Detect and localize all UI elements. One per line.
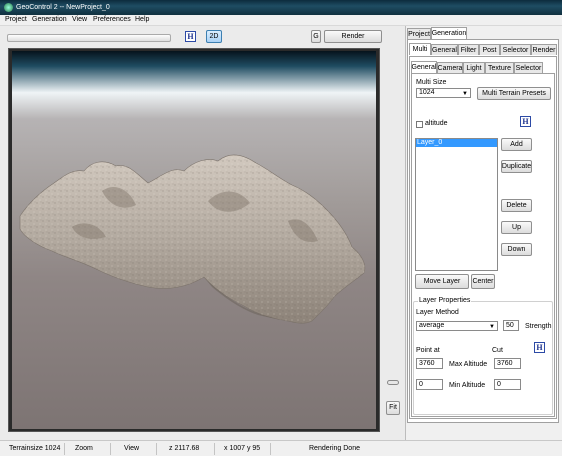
status-terrainsize: Terrainsize 1024: [9, 445, 61, 452]
h-help-button[interactable]: H: [185, 31, 196, 42]
min-altitude-point-input[interactable]: 0: [416, 379, 443, 390]
layer-props-h-help-button[interactable]: H: [534, 342, 545, 353]
multi-h-help-button[interactable]: H: [520, 116, 531, 127]
center-button[interactable]: Center: [471, 274, 495, 289]
tab-render[interactable]: Render: [531, 44, 557, 55]
status-view: View: [124, 445, 140, 452]
tab-multi-selector[interactable]: Selector: [514, 62, 543, 73]
status-z: z 2117.68: [169, 445, 200, 452]
delete-layer-button[interactable]: Delete: [501, 199, 532, 212]
tab-selector[interactable]: Selector: [500, 44, 531, 55]
menu-view[interactable]: View: [72, 16, 87, 23]
tab-project[interactable]: Project: [407, 28, 431, 39]
duplicate-layer-button[interactable]: Duplicate: [501, 160, 532, 173]
menu-preferences[interactable]: Preferences: [93, 16, 131, 23]
tab-multi-general[interactable]: General: [411, 61, 437, 73]
g-button[interactable]: G: [311, 30, 321, 43]
tab-generation[interactable]: Generation: [431, 27, 467, 39]
multi-size-value: 1024: [419, 89, 435, 96]
terrain-render: [19, 154, 366, 324]
tab-post[interactable]: Post: [479, 44, 500, 55]
multi-size-label: Multi Size: [416, 79, 447, 86]
status-divider: [110, 443, 111, 455]
min-altitude-label: Min Altitude: [449, 382, 486, 389]
render-button[interactable]: Render: [324, 30, 382, 43]
title-bar: GeoControl 2 -- NewProject_0: [0, 0, 562, 15]
tab-camera[interactable]: Camera: [437, 62, 463, 73]
multi-terrain-presets-button[interactable]: Multi Terrain Presets: [477, 87, 551, 100]
chevron-down-icon: ▼: [489, 324, 495, 330]
max-altitude-label: Max Altitude: [449, 361, 488, 368]
layer-down-button[interactable]: Down: [501, 243, 532, 256]
layer-method-value: average: [419, 322, 445, 329]
tab-light[interactable]: Light: [463, 62, 485, 73]
menu-project[interactable]: Project: [5, 16, 27, 23]
chevron-down-icon: ▼: [462, 91, 468, 97]
terrain-viewport[interactable]: [12, 51, 376, 429]
min-altitude-cut-input[interactable]: 0: [494, 379, 521, 390]
menu-generation[interactable]: Generation: [32, 16, 67, 23]
status-coords: x 1007 y 95: [224, 445, 261, 452]
altitude-checkbox[interactable]: [416, 121, 423, 128]
status-zoom: Zoom: [75, 445, 93, 452]
altitude-label: altitude: [425, 120, 448, 127]
status-divider: [64, 443, 65, 455]
layer-method-select[interactable]: average ▼: [416, 321, 498, 331]
point-at-label: Point at: [416, 347, 440, 354]
tab-texture[interactable]: Texture: [485, 62, 514, 73]
status-divider: [214, 443, 215, 455]
layer-properties-title: Layer Properties: [418, 297, 472, 304]
zoom-slider-thumb[interactable]: [387, 380, 399, 385]
layer-up-button[interactable]: Up: [501, 221, 532, 234]
progress-bar: [7, 34, 171, 42]
max-altitude-cut-input[interactable]: 3760: [494, 358, 521, 369]
layer-list[interactable]: [415, 138, 498, 271]
app-icon: [4, 3, 13, 12]
layer-method-label: Layer Method: [416, 309, 459, 316]
menu-help[interactable]: Help: [135, 16, 149, 23]
tab-filter[interactable]: Filter: [458, 44, 479, 55]
status-message: Rendering Done: [309, 445, 360, 452]
mode-2d-button[interactable]: 2D: [206, 30, 222, 43]
max-altitude-point-input[interactable]: 3760: [416, 358, 443, 369]
status-bar: Terrainsize 1024 Zoom View z 2117.68 x 1…: [0, 440, 562, 456]
layer-list-item[interactable]: Layer_0: [416, 139, 497, 147]
status-divider: [156, 443, 157, 455]
status-divider: [270, 443, 271, 455]
menu-bar: Project Generation View Preferences Help: [0, 15, 562, 26]
tab-general[interactable]: General: [431, 44, 458, 55]
fit-button[interactable]: Fit: [386, 401, 400, 415]
multi-size-select[interactable]: 1024 ▼: [416, 88, 471, 98]
move-layer-button[interactable]: Move Layer: [415, 274, 469, 289]
strength-input[interactable]: 50: [503, 320, 519, 331]
add-layer-button[interactable]: Add: [501, 138, 532, 151]
strength-label: Strength: [525, 323, 552, 330]
cut-label: Cut: [492, 347, 503, 354]
tab-multi[interactable]: Multi: [409, 43, 431, 55]
window-title: GeoControl 2 -- NewProject_0: [16, 4, 110, 11]
